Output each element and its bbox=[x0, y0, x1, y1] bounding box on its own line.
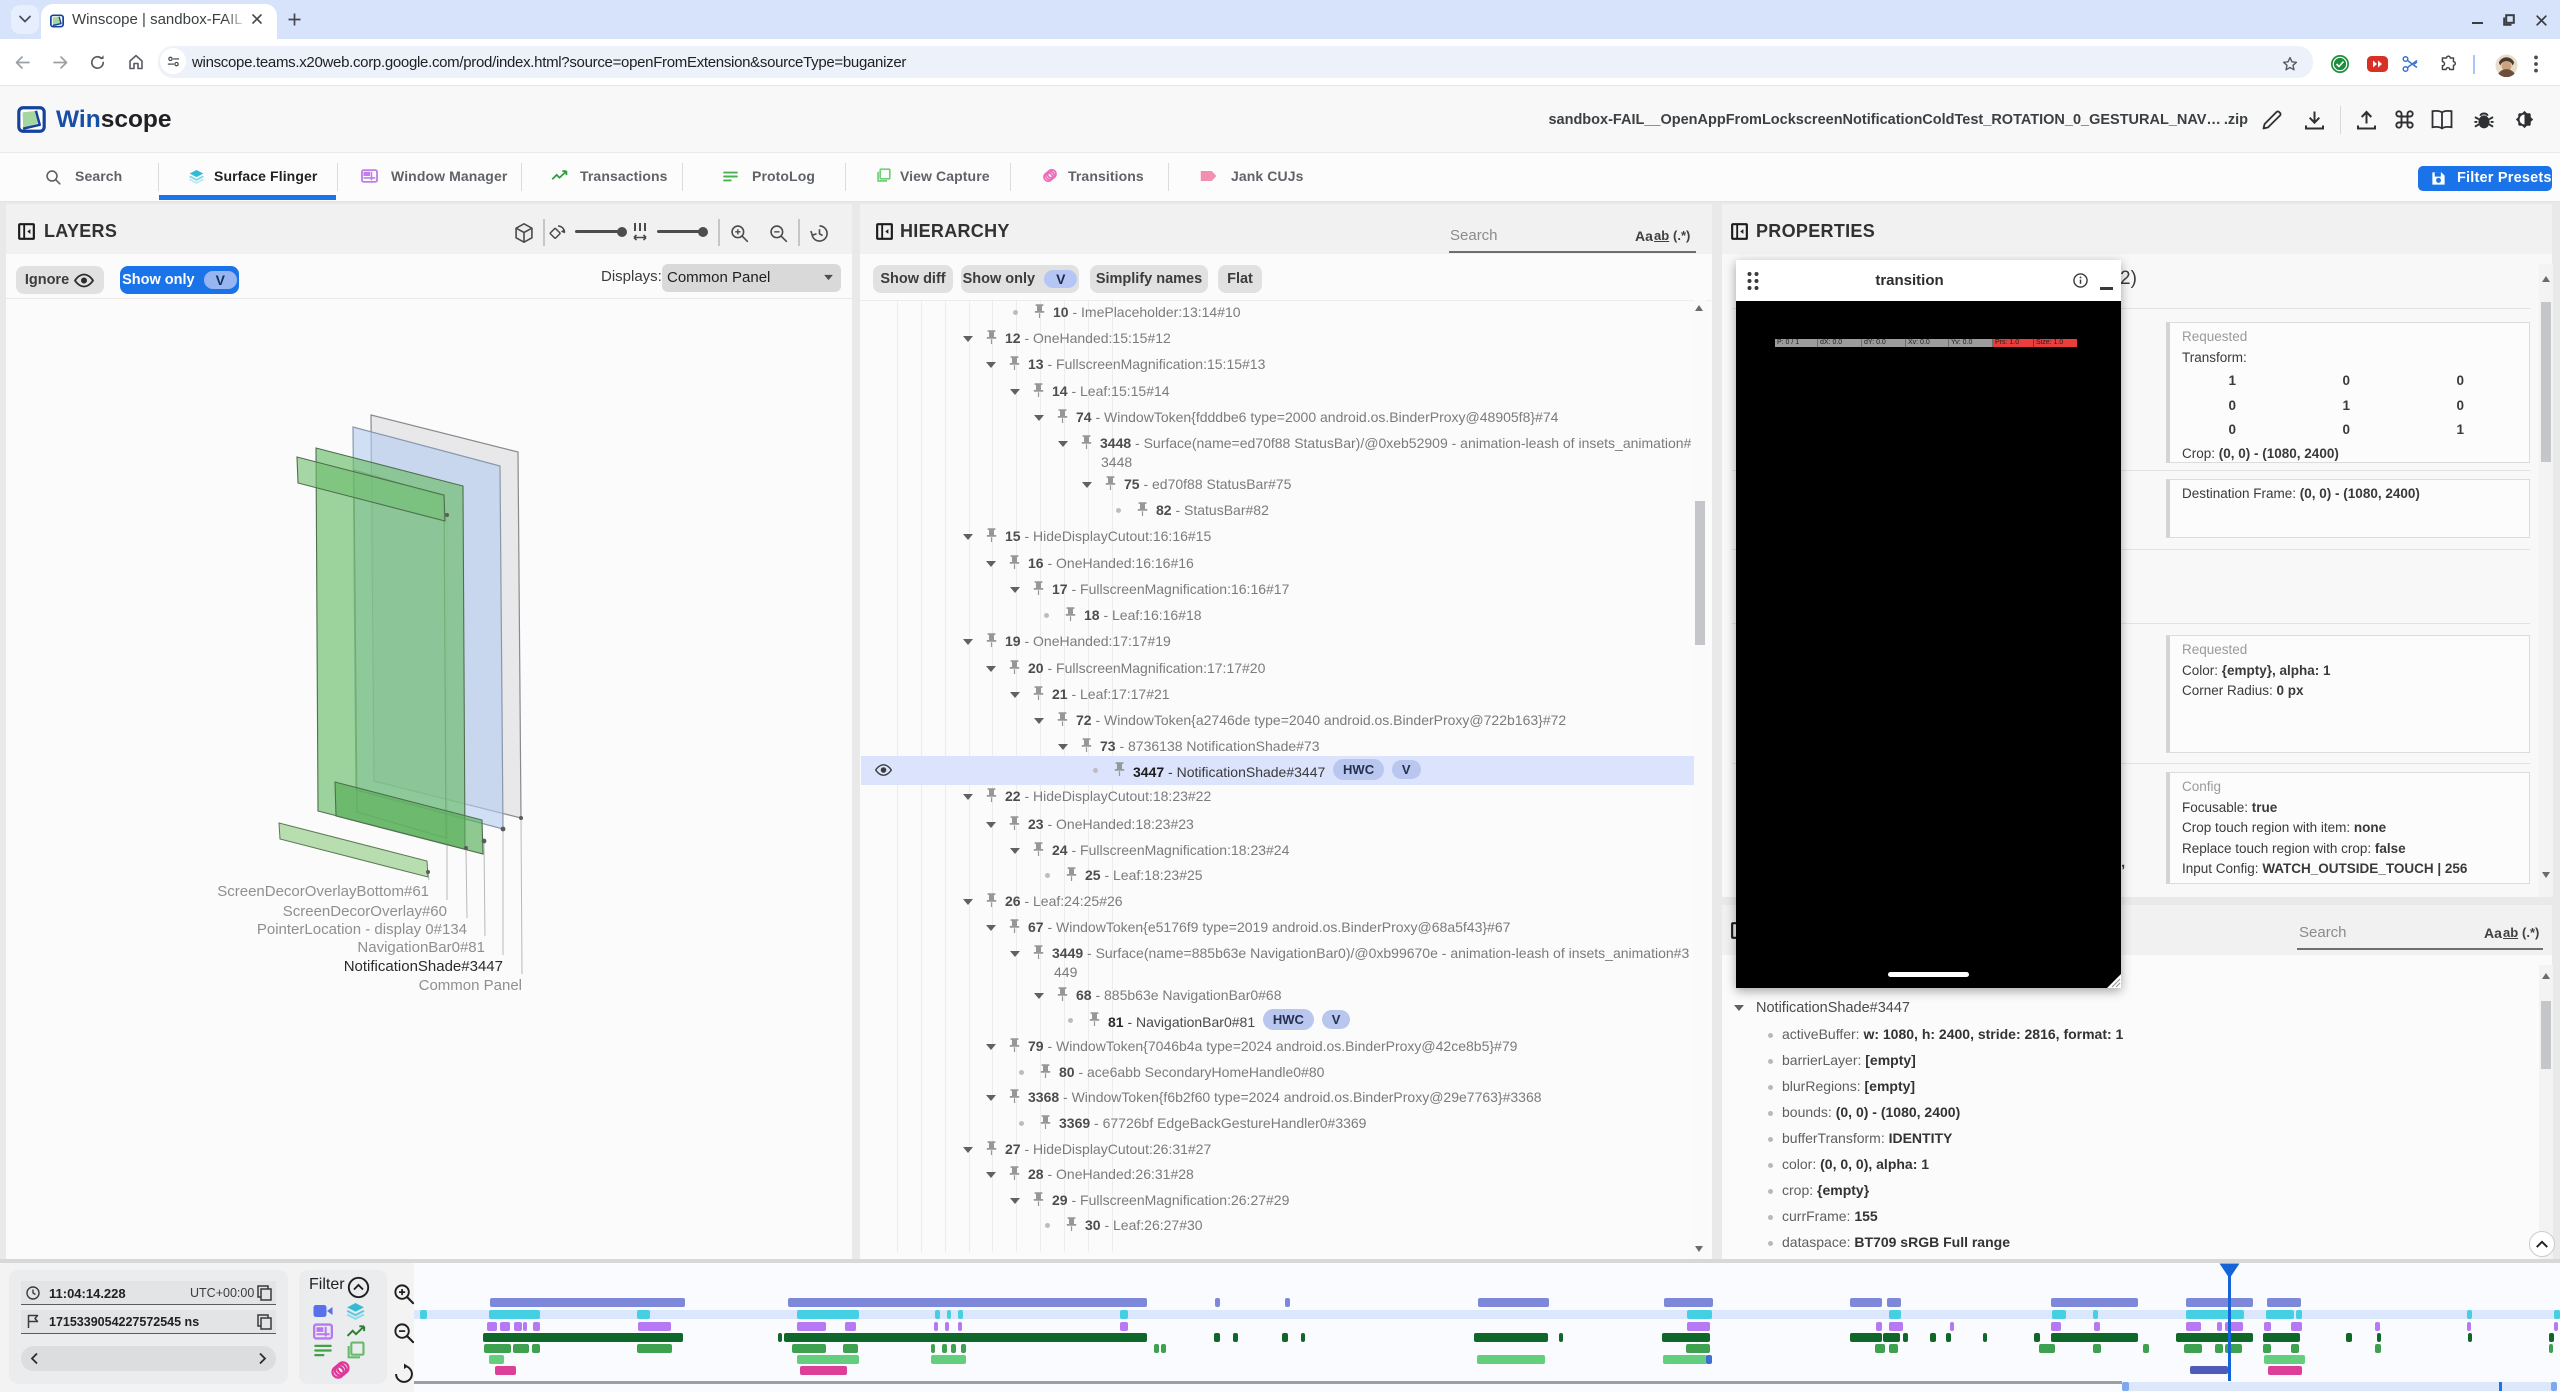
svg-text:ScreenDecorOverlayBottom#61: ScreenDecorOverlayBottom#61 bbox=[217, 883, 429, 900]
svg-text:ScreenDecorOverlay#60: ScreenDecorOverlay#60 bbox=[283, 903, 447, 920]
svg-text:PointerLocation - display 0#13: PointerLocation - display 0#134 bbox=[257, 921, 467, 938]
svg-text:NotificationShade#3447: NotificationShade#3447 bbox=[344, 958, 503, 975]
svg-text:NavigationBar0#81: NavigationBar0#81 bbox=[357, 939, 485, 956]
svg-text:Common Panel: Common Panel bbox=[419, 977, 522, 994]
